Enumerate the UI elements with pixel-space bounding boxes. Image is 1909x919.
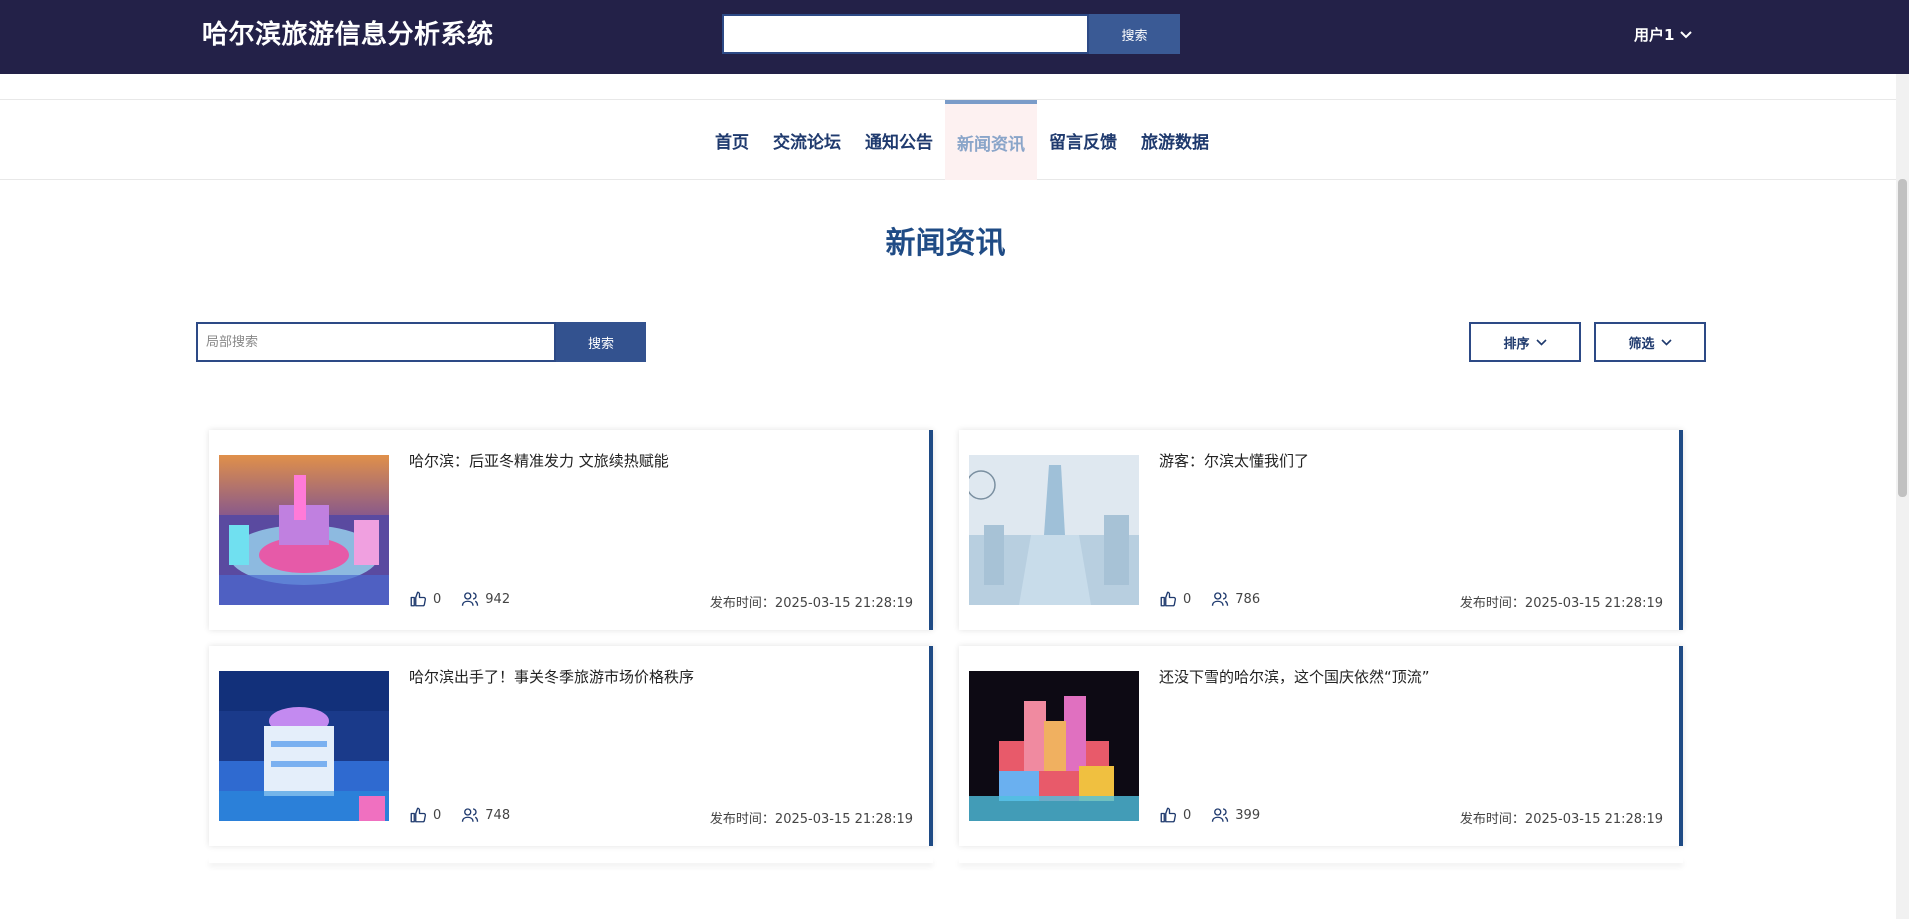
nav-item-notices[interactable]: 通知公告	[853, 100, 945, 180]
news-title[interactable]: 还没下雪的哈尔滨，这个国庆依然“顶流”	[1159, 666, 1430, 687]
news-stats: 0 786	[1159, 590, 1280, 608]
user-menu[interactable]: 用户1	[1634, 24, 1693, 45]
news-stats: 0 942	[409, 590, 530, 608]
sort-button[interactable]: 排序	[1469, 322, 1581, 362]
card-shadow-edge	[209, 857, 933, 863]
view-count: 786	[1235, 591, 1261, 607]
news-title[interactable]: 哈尔滨：后亚冬精准发力 文旅续热赋能	[409, 450, 669, 471]
thumbs-up-icon[interactable]	[1159, 806, 1177, 824]
top-search-input[interactable]	[722, 14, 1089, 54]
news-card[interactable]: 还没下雪的哈尔滨，这个国庆依然“顶流” 0 399 发布时间：2025-03-1…	[959, 646, 1683, 846]
users-icon	[1211, 590, 1229, 608]
card-shadow-edge	[959, 857, 1683, 863]
chevron-down-icon	[1535, 338, 1547, 346]
local-search-button[interactable]: 搜索	[556, 322, 646, 362]
local-search: 搜索	[196, 322, 646, 362]
publish-date: 发布时间：2025-03-15 21:28:19	[1459, 812, 1663, 827]
news-thumbnail	[969, 671, 1139, 821]
news-stats: 0 399	[1159, 806, 1280, 824]
news-thumbnail	[219, 671, 389, 821]
main-nav: 首页 交流论坛 通知公告 新闻资讯 留言反馈 旅游数据	[0, 99, 1909, 180]
view-count: 942	[485, 591, 511, 607]
thumbs-up-icon[interactable]	[409, 590, 427, 608]
news-card[interactable]: 哈尔滨出手了！事关冬季旅游市场价格秩序 0 748 发布时间：2025-03-1…	[209, 646, 933, 846]
top-header: 哈尔滨旅游信息分析系统 搜索 用户1	[0, 0, 1909, 74]
view-count: 748	[485, 807, 511, 823]
sort-label: 排序	[1503, 336, 1530, 352]
thumbs-up-icon[interactable]	[1159, 590, 1177, 608]
page-title: 新闻资讯	[885, 226, 1006, 261]
like-count: 0	[433, 807, 442, 823]
users-icon	[461, 590, 479, 608]
news-title[interactable]: 哈尔滨出手了！事关冬季旅游市场价格秩序	[409, 666, 694, 687]
view-count: 399	[1235, 807, 1261, 823]
chevron-down-icon	[1680, 30, 1693, 38]
chevron-down-icon	[1660, 338, 1672, 346]
news-card[interactable]: 游客：尔滨太懂我们了 0 786 发布时间：2025-03-15 21:28:1…	[959, 430, 1683, 630]
local-search-input[interactable]	[196, 322, 556, 362]
scrollbar-thumb[interactable]	[1898, 179, 1907, 497]
news-card[interactable]: 哈尔滨：后亚冬精准发力 文旅续热赋能 0 942 发布时间：2025-03-15…	[209, 430, 933, 630]
publish-date: 发布时间：2025-03-15 21:28:19	[709, 812, 913, 827]
users-icon	[1211, 806, 1229, 824]
nav-item-feedback[interactable]: 留言反馈	[1037, 100, 1129, 180]
publish-date: 发布时间：2025-03-15 21:28:19	[1459, 596, 1663, 611]
news-thumbnail	[219, 455, 389, 605]
top-search-button[interactable]: 搜索	[1089, 14, 1180, 54]
nav-item-forum[interactable]: 交流论坛	[761, 100, 853, 180]
publish-date: 发布时间：2025-03-15 21:28:19	[709, 596, 913, 611]
user-name: 用户1	[1634, 26, 1675, 44]
news-thumbnail	[969, 455, 1139, 605]
filter-button[interactable]: 筛选	[1594, 322, 1706, 362]
page-scrollbar[interactable]	[1896, 74, 1909, 919]
like-count: 0	[1183, 807, 1192, 823]
filter-label: 筛选	[1628, 336, 1655, 352]
like-count: 0	[1183, 591, 1192, 607]
users-icon	[461, 806, 479, 824]
like-count: 0	[433, 591, 442, 607]
thumbs-up-icon[interactable]	[409, 806, 427, 824]
nav-item-news[interactable]: 新闻资讯	[945, 100, 1037, 180]
site-title: 哈尔滨旅游信息分析系统	[202, 20, 494, 50]
nav-item-travel-data[interactable]: 旅游数据	[1129, 100, 1221, 180]
news-title[interactable]: 游客：尔滨太懂我们了	[1159, 450, 1309, 471]
top-search: 搜索	[722, 14, 1180, 54]
nav-item-home[interactable]: 首页	[703, 100, 761, 180]
news-stats: 0 748	[409, 806, 530, 824]
